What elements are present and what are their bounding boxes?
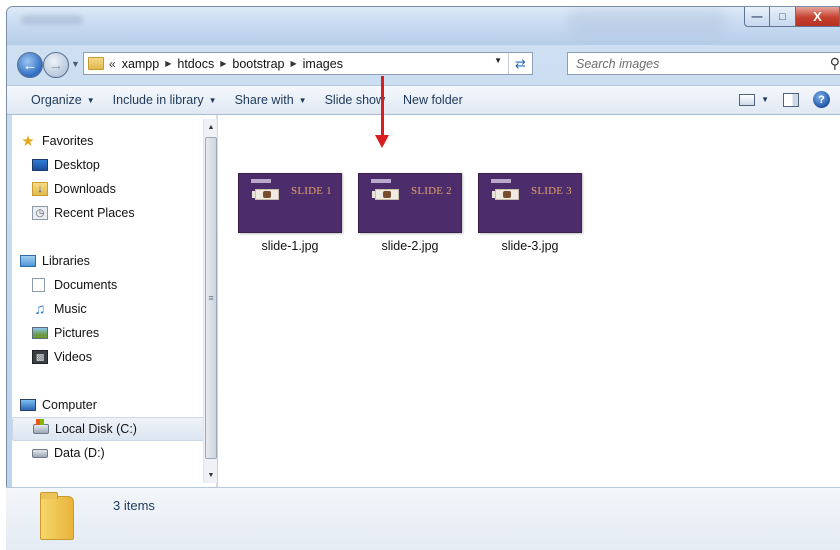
breadcrumb-xampp[interactable]: xampp <box>122 57 160 71</box>
image-thumbnail: SLIDE 3 <box>478 173 582 233</box>
title-bar[interactable]: — □ X <box>7 7 840 45</box>
file-item[interactable]: SLIDE 1 slide-1.jpg <box>238 173 342 253</box>
command-bar: Organize ▼ Include in library ▼ Share with… <box>7 85 840 115</box>
breadcrumb-separator-icon[interactable]: ▶ <box>291 59 297 68</box>
search-icon[interactable]: ⚲ <box>830 55 840 72</box>
preview-pane-icon[interactable] <box>783 92 799 107</box>
nav-recent-places[interactable]: ◷ Recent Places <box>12 201 204 225</box>
navigation-pane: ★ Favorites Desktop ↓ Downloads ◷ Recent Pl… <box>12 115 217 487</box>
share-with-menu[interactable]: Share with ▼ <box>226 93 316 107</box>
maximize-button[interactable]: □ <box>770 7 796 27</box>
nav-computer[interactable]: Computer <box>12 393 204 417</box>
breadcrumb-bootstrap[interactable]: bootstrap <box>232 57 284 71</box>
help-icon[interactable]: ? <box>813 91 830 108</box>
nav-videos[interactable]: ▩ Videos <box>12 345 204 369</box>
thumbnail-text: SLIDE 2 <box>411 185 452 197</box>
dropdown-arrow-icon: ▼ <box>86 95 95 105</box>
file-grid: SLIDE 1 slide-1.jpg SLIDE 2 slide-2.jpg … <box>238 173 582 253</box>
minimize-button[interactable]: — <box>744 7 770 27</box>
item-count: 3 items <box>113 498 155 513</box>
nav-desktop[interactable]: Desktop <box>12 153 204 177</box>
address-row: ← → ▼ « xampp ▶ htdocs ▶ bootstrap ▶ ima… <box>7 45 840 81</box>
breadcrumb-separator-icon[interactable]: ▶ <box>165 59 171 68</box>
file-name[interactable]: slide-3.jpg <box>502 239 559 253</box>
computer-icon <box>20 399 36 411</box>
nav-pictures[interactable]: Pictures <box>12 321 204 345</box>
annotation-arrow-head-icon <box>375 135 389 148</box>
refresh-button[interactable]: ⇄ <box>508 53 532 74</box>
nav-documents[interactable]: Documents <box>12 273 204 297</box>
scroll-up-arrow-icon[interactable]: ▲ <box>204 119 218 135</box>
nav-music[interactable]: ♫ Music <box>12 297 204 321</box>
recent-places-icon: ◷ <box>32 206 48 220</box>
downloads-icon: ↓ <box>32 182 48 196</box>
pictures-icon <box>32 327 48 339</box>
thumbnail-text: SLIDE 1 <box>291 185 332 197</box>
dropdown-arrow-icon: ▼ <box>298 95 307 105</box>
breadcrumb-images[interactable]: images <box>303 57 343 71</box>
system-drive-icon <box>33 419 49 434</box>
forward-button[interactable]: → <box>43 52 69 78</box>
libraries-icon <box>20 255 36 267</box>
nav-downloads[interactable]: ↓ Downloads <box>12 177 204 201</box>
view-options-dropdown[interactable]: ▼ <box>761 95 769 104</box>
minimize-icon: — <box>751 10 763 23</box>
organize-menu[interactable]: Organize ▼ <box>7 93 104 107</box>
file-name[interactable]: slide-1.jpg <box>262 239 319 253</box>
breadcrumb-separator-icon[interactable]: ▶ <box>220 59 226 68</box>
videos-icon: ▩ <box>32 350 48 364</box>
grip-icon: ≡ <box>208 293 214 303</box>
view-controls: ▼ ? <box>739 91 830 108</box>
back-arrow-icon: ← <box>22 56 38 74</box>
image-thumbnail: SLIDE 1 <box>238 173 342 233</box>
close-button[interactable]: X <box>796 7 840 27</box>
search-box[interactable]: ⚲ <box>567 52 840 75</box>
caption-buttons: — □ X <box>744 7 840 27</box>
navigation-tree: ★ Favorites Desktop ↓ Downloads ◷ Recent Pl… <box>12 115 204 465</box>
new-folder-button[interactable]: New folder <box>394 93 472 107</box>
file-list-area[interactable]: SLIDE 1 slide-1.jpg SLIDE 2 slide-2.jpg … <box>218 115 840 487</box>
drive-icon <box>32 448 48 458</box>
thumbnail-text: SLIDE 3 <box>531 185 572 197</box>
address-bar[interactable]: « xampp ▶ htdocs ▶ bootstrap ▶ images ▼ … <box>83 52 533 75</box>
music-icon: ♫ <box>34 300 46 318</box>
forward-arrow-icon: → <box>48 56 64 74</box>
nav-libraries[interactable]: Libraries <box>12 249 204 273</box>
nav-scrollbar[interactable]: ▲ ≡ ▼ <box>203 119 217 483</box>
nav-local-disk-c[interactable]: Local Disk (C:) <box>12 417 204 441</box>
details-pane: 3 items <box>6 487 840 550</box>
dropdown-arrow-icon: ▼ <box>208 95 217 105</box>
back-button[interactable]: ← <box>17 52 43 78</box>
file-name[interactable]: slide-2.jpg <box>382 239 439 253</box>
close-icon: X <box>813 9 822 24</box>
change-view-icon[interactable] <box>739 93 756 106</box>
image-thumbnail: SLIDE 2 <box>358 173 462 233</box>
folder-icon <box>88 57 104 70</box>
refresh-icon: ⇄ <box>515 55 526 71</box>
scroll-thumb[interactable]: ≡ <box>205 137 217 459</box>
scroll-down-arrow-icon[interactable]: ▼ <box>204 467 218 483</box>
breadcrumb-htdocs[interactable]: htdocs <box>177 57 214 71</box>
favorites-star-icon: ★ <box>21 133 35 150</box>
maximize-icon: □ <box>779 10 786 23</box>
folder-icon <box>40 492 74 540</box>
nav-favorites[interactable]: ★ Favorites <box>12 129 204 153</box>
documents-icon <box>32 278 45 292</box>
file-item[interactable]: SLIDE 2 slide-2.jpg <box>358 173 462 253</box>
recent-pages-dropdown[interactable]: ▼ <box>71 59 80 69</box>
file-item[interactable]: SLIDE 3 slide-3.jpg <box>478 173 582 253</box>
search-input[interactable] <box>568 53 808 74</box>
desktop-icon <box>32 159 48 171</box>
address-history-dropdown[interactable]: ▼ <box>494 56 502 65</box>
nav-data-d[interactable]: Data (D:) <box>12 441 204 465</box>
breadcrumb-overflow[interactable]: « <box>109 57 116 71</box>
annotation-arrow-shaft <box>381 76 384 136</box>
include-in-library-menu[interactable]: Include in library ▼ <box>104 93 226 107</box>
window-title-blurred <box>21 15 83 25</box>
